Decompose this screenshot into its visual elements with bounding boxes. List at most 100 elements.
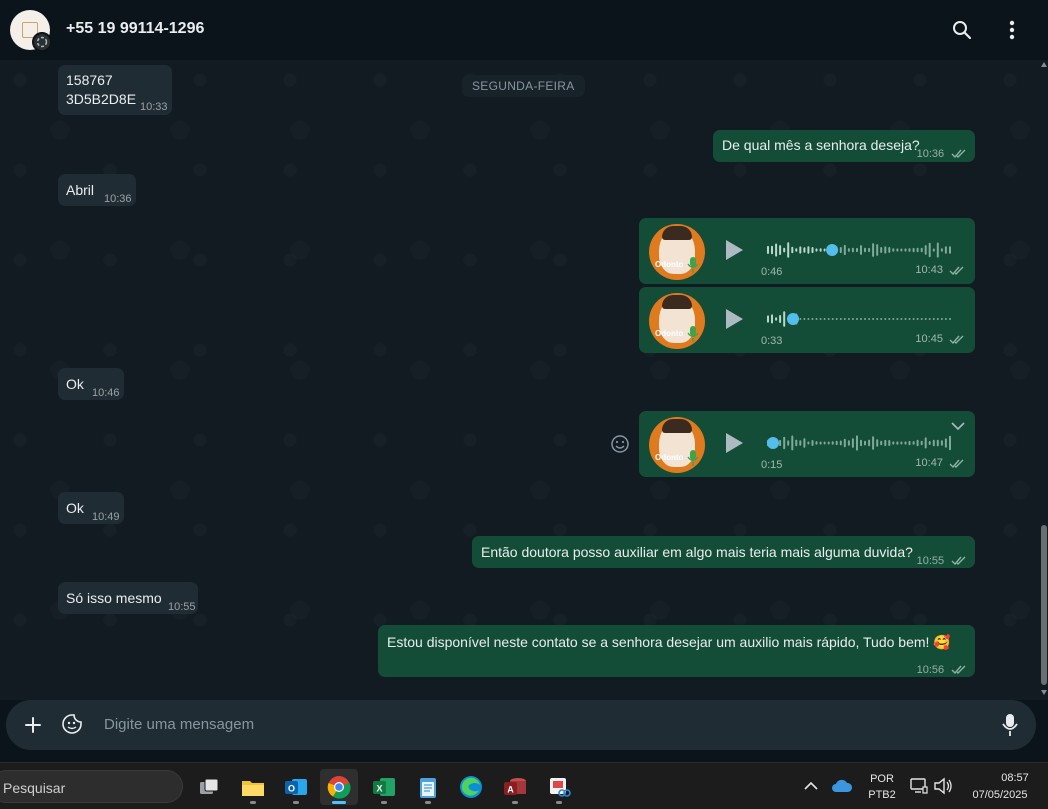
waveform-bar xyxy=(892,318,895,320)
waveform-bar xyxy=(888,318,891,320)
message-time: 10:43 xyxy=(915,264,943,276)
voice-message[interactable]: Odonto 0:46 10:43 xyxy=(639,218,975,284)
waveform-bar xyxy=(936,242,939,258)
waveform-bar xyxy=(795,248,798,252)
svg-text:X: X xyxy=(376,784,382,794)
edge-icon[interactable] xyxy=(452,769,490,805)
waveform-bar xyxy=(888,247,891,253)
message-time: 10:36 xyxy=(916,148,945,160)
onedrive-cloud-icon[interactable] xyxy=(832,779,852,793)
waveform-bar xyxy=(803,318,806,320)
speaker-volume-icon[interactable] xyxy=(933,777,953,795)
message-time: 10:49 xyxy=(92,511,120,523)
react-emoji-icon[interactable] xyxy=(610,434,630,454)
waveform-bar xyxy=(924,437,927,449)
chat-area[interactable]: SEGUNDA-FEIRA 158767 3D5B2D8E 10:33 De q… xyxy=(0,60,1048,700)
excel-icon[interactable]: X xyxy=(365,769,403,805)
waveform[interactable] xyxy=(767,238,953,262)
menu-kebab-icon[interactable] xyxy=(999,17,1025,43)
notepad-icon[interactable] xyxy=(409,769,447,805)
read-ticks-icon xyxy=(949,459,964,468)
network-monitor-icon[interactable] xyxy=(910,777,928,795)
waveform-bar xyxy=(944,438,947,448)
playback-knob[interactable] xyxy=(787,313,799,325)
message-incoming[interactable]: Ok 10:46 xyxy=(58,368,124,400)
waveform-bar xyxy=(823,318,826,320)
waveform-bar xyxy=(791,435,794,451)
waveform-bar xyxy=(940,248,943,252)
waveform-bar xyxy=(851,438,854,448)
waveform-bar xyxy=(799,440,802,446)
voice-message[interactable]: Odonto 0:33 10:45 xyxy=(639,287,975,353)
waveform-bar xyxy=(936,439,939,447)
contact-name[interactable]: +55 19 99114-1296 xyxy=(66,20,204,38)
microphone-icon xyxy=(687,450,699,466)
clock-time[interactable]: 08:57 xyxy=(990,772,1040,784)
playback-knob[interactable] xyxy=(826,244,839,256)
waveform-bar xyxy=(787,440,790,446)
chevron-up-icon[interactable] xyxy=(804,781,818,791)
taskbar-search[interactable]: Pesquisar xyxy=(0,770,183,803)
voice-message[interactable]: Odonto 0:15 10:47 xyxy=(639,411,975,477)
attach-plus-icon[interactable] xyxy=(24,716,42,734)
waveform-bar xyxy=(928,441,931,445)
waveform-bar xyxy=(851,318,854,320)
message-outgoing[interactable]: Estou disponível neste contato se a senh… xyxy=(378,625,975,677)
waveform-bar xyxy=(775,317,778,321)
message-outgoing[interactable]: De qual mês a senhora deseja? 10:36 xyxy=(713,130,975,162)
scrollbar-thumb[interactable] xyxy=(1041,525,1047,685)
waveform-bar xyxy=(860,318,862,320)
play-icon[interactable] xyxy=(723,307,745,331)
clock-date[interactable]: 07/05/2025 xyxy=(962,789,1038,801)
message-time: 10:55 xyxy=(916,555,945,567)
access-icon[interactable]: A xyxy=(496,769,534,805)
waveform-bar xyxy=(843,438,846,448)
file-explorer-icon[interactable] xyxy=(234,769,272,805)
message-incoming[interactable]: Ok 10:49 xyxy=(58,492,124,524)
waveform-bar xyxy=(932,439,935,447)
message-input[interactable]: Digite uma mensagem xyxy=(104,716,254,733)
snipping-tool-icon[interactable] xyxy=(540,769,578,805)
message-text: Abril xyxy=(66,182,95,198)
message-incoming[interactable]: 158767 3D5B2D8E 10:33 xyxy=(58,65,172,115)
date-separator: SEGUNDA-FEIRA xyxy=(462,75,585,97)
sticker-emoji-icon[interactable] xyxy=(61,713,83,735)
message-text: 158767 3D5B2D8E xyxy=(66,72,137,107)
waveform-bar xyxy=(791,246,794,254)
outlook-icon[interactable]: O xyxy=(277,769,315,805)
task-view-icon[interactable] xyxy=(190,769,228,805)
waveform-bar xyxy=(787,242,790,258)
waveform-bar xyxy=(843,318,846,320)
waveform-bar xyxy=(783,247,786,253)
chat-scrollbar[interactable] xyxy=(1040,60,1048,700)
waveform[interactable] xyxy=(767,307,953,331)
play-icon[interactable] xyxy=(723,431,745,455)
waveform-bar xyxy=(932,248,935,252)
play-icon[interactable] xyxy=(723,238,745,262)
waveform-bar xyxy=(876,244,879,256)
waveform-bar xyxy=(900,441,903,445)
chat-header: +55 19 99114-1296 xyxy=(0,0,1048,60)
chrome-icon[interactable] xyxy=(320,769,358,805)
message-incoming[interactable]: Só isso mesmo 10:55 xyxy=(58,582,198,614)
waveform-bar xyxy=(904,441,907,445)
waveform-bar xyxy=(868,439,871,447)
input-language-top[interactable]: POR xyxy=(866,773,898,785)
scroll-up-icon[interactable] xyxy=(1041,62,1047,67)
waveform[interactable] xyxy=(767,431,953,455)
waveform-bar xyxy=(827,318,830,320)
message-outgoing[interactable]: Então doutora posso auxiliar em algo mai… xyxy=(472,536,975,568)
waveform-bar xyxy=(843,244,846,256)
search-icon[interactable] xyxy=(949,17,975,43)
microphone-icon[interactable] xyxy=(1002,713,1018,737)
message-incoming[interactable]: Abril 10:36 xyxy=(58,174,136,206)
chevron-down-icon[interactable] xyxy=(951,421,965,431)
waveform-bar xyxy=(944,246,947,254)
waveform-bar xyxy=(900,248,903,252)
scroll-down-icon[interactable] xyxy=(1041,690,1047,695)
waveform-bar xyxy=(949,246,951,254)
playback-knob[interactable] xyxy=(767,437,779,449)
waveform-bar xyxy=(839,247,842,254)
input-language-bottom[interactable]: PTB2 xyxy=(866,789,898,801)
waveform-bar xyxy=(783,436,786,450)
